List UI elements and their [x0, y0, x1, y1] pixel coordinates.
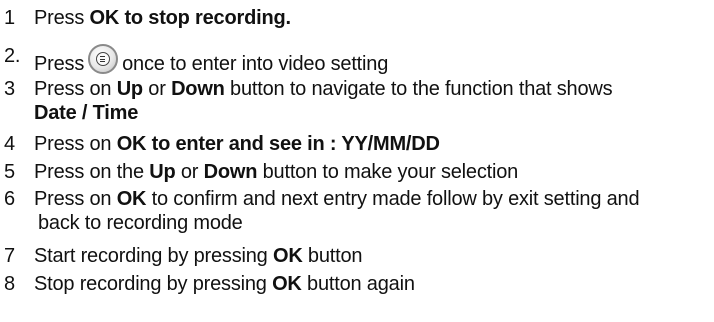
step-number: 6 — [4, 188, 15, 210]
step-text: Start recording by pressing OK button — [34, 245, 363, 267]
step-number: 1 — [4, 7, 15, 29]
step-text: Press on the Up or Down button to make y… — [34, 161, 519, 183]
step-text: Press once to enter into video setting — [34, 44, 704, 76]
step-text: Press OK to stop recording. — [34, 7, 291, 29]
step-number: 2. — [4, 45, 21, 67]
step-text: Stop recording by pressing OK button aga… — [34, 273, 415, 295]
step-number: 7 — [4, 245, 15, 267]
step-number: 8 — [4, 273, 15, 295]
step-text: Press on OK to enter and see in : YY/MM/… — [34, 133, 440, 155]
step-text: Press on OK to confirm and next entry ma… — [34, 188, 640, 234]
step-number: 5 — [4, 161, 15, 183]
step-number: 4 — [4, 133, 15, 155]
step-number: 3 — [4, 78, 15, 100]
menu-button-icon — [88, 44, 119, 74]
step-text: Press on Up or Down button to navigate t… — [34, 78, 613, 124]
